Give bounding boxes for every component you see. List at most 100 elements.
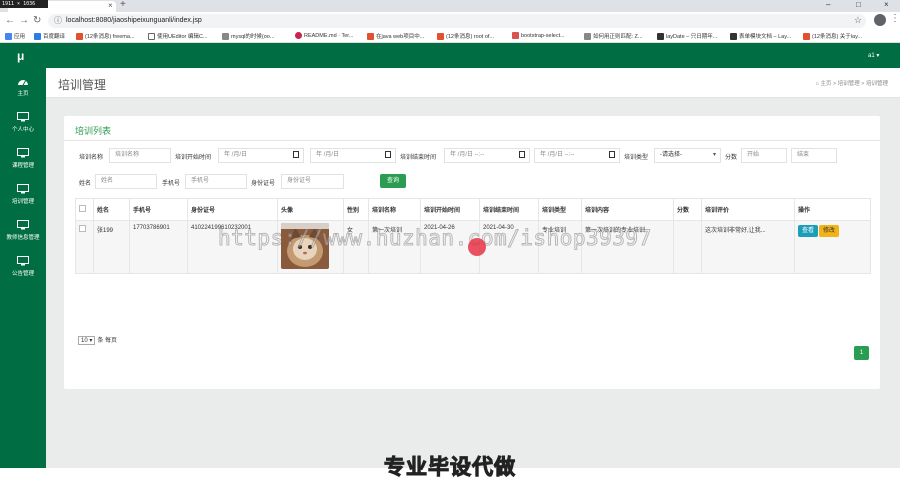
sidebar-item-notices[interactable]: 公告管理 — [0, 248, 46, 286]
close-tab-icon[interactable]: × — [108, 1, 113, 10]
bookmark-item[interactable]: 如何用正则匹配: Z... — [584, 32, 643, 41]
monitor-icon — [17, 184, 29, 194]
minimize-icon[interactable]: – — [826, 0, 830, 9]
monitor-icon — [17, 220, 29, 230]
calendar-icon[interactable] — [293, 151, 299, 158]
url-field[interactable]: ⓘ localhost:8080/jiaoshipeixunguanli/ind… — [48, 14, 866, 28]
bookmark-apps[interactable]: 应用 — [5, 32, 25, 41]
name-input[interactable]: 姓名 — [95, 174, 157, 189]
monitor-icon — [17, 112, 29, 122]
column-header[interactable]: 培训类型 — [538, 198, 582, 221]
edit-button[interactable]: 修改 — [819, 225, 840, 237]
calendar-icon[interactable] — [519, 151, 525, 158]
column-header[interactable]: 培训内容 — [581, 198, 674, 221]
row-checkbox[interactable] — [79, 225, 86, 232]
select-all-checkbox[interactable] — [79, 205, 86, 212]
table-header-row: 姓名 手机号 身份证号 头像 性别 培训名称 培训开始时间 培训结束时间 培训类… — [75, 198, 871, 221]
bookmark-item[interactable]: (12条消息) freema... — [76, 32, 135, 41]
column-header[interactable]: 姓名 — [93, 198, 130, 221]
column-header[interactable]: 身份证号 — [187, 198, 278, 221]
cell-score — [673, 220, 702, 274]
column-header[interactable]: 分数 — [673, 198, 702, 221]
end-date-to-input[interactable]: 年 /月/日 --:-- — [534, 148, 620, 163]
score-start-input[interactable]: 开始 — [741, 148, 787, 163]
sidebar-item-home[interactable]: 主页 — [0, 68, 46, 106]
sidebar-item-label: 培训管理 — [11, 199, 34, 205]
view-button[interactable]: 查看 — [798, 225, 819, 237]
pagination-page-1[interactable]: 1 — [854, 346, 869, 360]
page-size-select[interactable]: 10 ▾ — [78, 336, 96, 345]
phone-input[interactable]: 手机号 — [185, 174, 247, 189]
sidebar-item-label: 个人中心 — [11, 127, 34, 133]
back-icon[interactable]: ← — [5, 15, 15, 26]
window-close-icon[interactable]: × — [884, 0, 889, 9]
bookmark-item[interactable]: 使用UEditor 编辑C... — [148, 32, 207, 41]
address-bar: ← → ↻ ⓘ localhost:8080/jiaoshipeixunguan… — [0, 12, 900, 30]
bookmark-item[interactable]: mysql的时候(oo... — [222, 32, 274, 41]
breadcrumb-parent[interactable]: 培训管理 — [838, 81, 860, 87]
breadcrumb: ⌂ 主页 > 培训管理 > 培训管理 — [816, 79, 888, 87]
id-number-input[interactable]: 身份证号 — [281, 174, 344, 189]
bookmark-item[interactable]: 表单模块文档 – Lay... — [730, 32, 791, 41]
bookmark-item[interactable]: 在java web项目中... — [367, 32, 424, 41]
sidebar-item-label: 课程管理 — [11, 163, 34, 169]
sidebar-item-training[interactable]: 培训管理 — [0, 176, 46, 214]
page-size-control: 10 ▾ 条 每页 — [78, 335, 117, 345]
column-header[interactable]: 头像 — [277, 198, 344, 221]
column-header[interactable]: 性别 — [343, 198, 369, 221]
column-header[interactable]: 培训评价 — [701, 198, 795, 221]
new-tab-icon[interactable]: + — [120, 0, 126, 10]
home-icon: ⌂ — [815, 81, 819, 87]
end-time-label: 培训结束时间 — [400, 155, 437, 161]
monitor-icon — [17, 148, 29, 158]
info-icon[interactable]: ⓘ — [54, 15, 62, 26]
select-all-cell — [75, 198, 94, 221]
csdn-icon — [437, 33, 444, 41]
breadcrumb-home[interactable]: 主页 — [820, 81, 831, 87]
app-logo: μ — [17, 49, 25, 63]
bookmark-item[interactable]: bootstrap-select... — [512, 32, 565, 39]
sidebar: 主页 个人中心 课程管理 培训管理 教师信息管理 公告管理 — [0, 68, 46, 468]
forward-icon[interactable]: → — [19, 15, 29, 26]
column-header[interactable]: 培训结束时间 — [479, 198, 539, 221]
sidebar-item-teachers[interactable]: 教师信息管理 — [0, 212, 46, 250]
column-header[interactable]: 培训开始时间 — [420, 198, 480, 221]
training-type-select[interactable]: -请选择- ▾ — [654, 148, 721, 163]
calendar-icon[interactable] — [609, 151, 615, 158]
column-header[interactable]: 手机号 — [129, 198, 188, 221]
breadcrumb-separator: > — [832, 81, 837, 87]
bookmark-item[interactable]: layDate – 只日期年... — [657, 32, 717, 41]
user-dropdown[interactable]: a1 ▾ — [868, 52, 879, 59]
bookmark-item[interactable]: (12条消息) root of... — [437, 32, 494, 41]
score-end-input[interactable]: 结束 — [791, 148, 837, 163]
end-date-from-input[interactable]: 年 /月/日 --:-- — [444, 148, 530, 163]
csdn-icon — [367, 33, 374, 41]
reload-icon[interactable]: ↻ — [33, 15, 41, 26]
video-caption: 专业毕设代做 — [384, 456, 516, 480]
gitee-icon — [295, 32, 302, 39]
training-name-input[interactable]: 培训名称 — [109, 148, 171, 163]
url-text: localhost:8080/jiaoshipeixunguanli/index… — [66, 17, 202, 24]
csdn-icon — [76, 33, 83, 41]
card-title: 培训列表 — [75, 126, 112, 136]
search-button[interactable]: 查询 — [380, 174, 406, 188]
bookmark-item[interactable]: 百度翻译 — [34, 32, 65, 41]
sidebar-item-label: 公告管理 — [11, 271, 34, 277]
sidebar-item-profile[interactable]: 个人中心 — [0, 104, 46, 142]
calendar-icon[interactable] — [385, 151, 391, 158]
bookmark-item[interactable]: (12条消息) 关于lay... — [803, 32, 862, 41]
browser-menu-icon[interactable]: ⋮ — [890, 13, 900, 24]
layui-icon — [657, 33, 664, 41]
bookmarks-bar: 应用 百度翻译 (12条消息) freema... 使用UEditor 编辑C.… — [0, 30, 900, 43]
start-date-to-input[interactable]: 年 /月/日 — [310, 148, 396, 163]
bookmark-item[interactable]: README.md · Ter... — [295, 32, 353, 39]
profile-avatar-icon[interactable] — [874, 14, 886, 26]
maximize-icon[interactable]: □ — [856, 0, 861, 9]
column-header[interactable]: 培训名称 — [368, 198, 421, 221]
start-date-from-input[interactable]: 年 /月/日 — [218, 148, 304, 163]
page-icon — [148, 33, 155, 41]
main-content: 培训管理 ⌂ 主页 > 培训管理 > 培训管理 培训列表 培训名称 培训名称 培… — [46, 68, 900, 468]
bookmark-star-icon[interactable]: ☆ — [854, 15, 862, 26]
sidebar-item-courses[interactable]: 课程管理 — [0, 140, 46, 178]
cell-name: 张199 — [93, 220, 130, 274]
